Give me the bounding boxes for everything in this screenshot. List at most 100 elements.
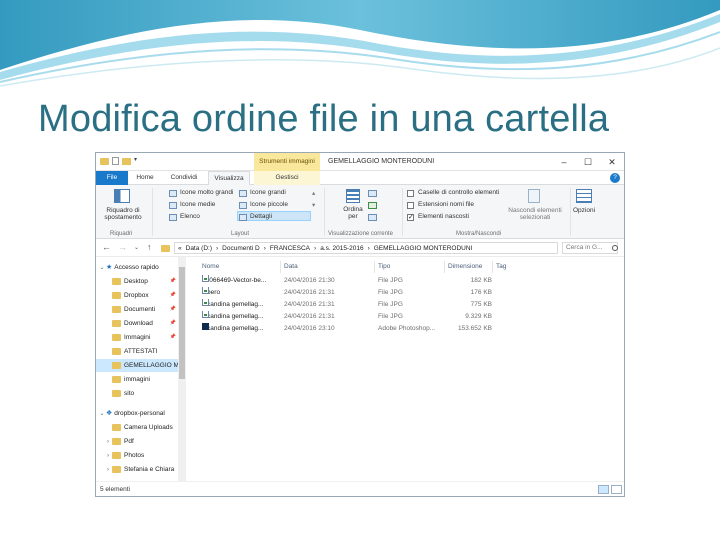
group-label-layout: Layout: [231, 231, 250, 237]
table-row[interactable]: locandina gemellag... 24/04/2016 23:10 Ado…: [200, 323, 492, 335]
column-separator[interactable]: [444, 261, 445, 273]
file-name-cell: 23066469-Vector-be...: [202, 275, 282, 287]
table-row[interactable]: albero 24/04/2016 21:31 File JPG 176 KB: [200, 287, 492, 299]
search-icon[interactable]: [612, 245, 618, 251]
item-count: 5 elementi: [100, 486, 130, 493]
tab-home[interactable]: Home: [130, 171, 160, 185]
folder-icon: [112, 291, 121, 299]
breadcrumb-drive[interactable]: Data (D:): [186, 245, 212, 252]
back-arrow-icon[interactable]: ←: [102, 242, 111, 252]
layout-scroll-up-icon[interactable]: ▴: [312, 189, 315, 197]
nav-item[interactable]: immagini: [96, 373, 178, 386]
folder-icon: [112, 319, 121, 327]
status-bar: 5 elementi: [96, 481, 624, 496]
nav-item[interactable]: GEMELLAGGIO M: [96, 359, 178, 372]
breadcrumb-current[interactable]: GEMELLAGGIO MONTERODUNI: [374, 245, 473, 252]
column-separator[interactable]: [492, 261, 493, 273]
file-size: 153.652 KB: [458, 325, 492, 332]
layout-scroll-down-icon[interactable]: ▾: [312, 201, 315, 209]
scrollbar-thumb[interactable]: [179, 267, 185, 379]
layout-medium-icons[interactable]: Icone medie: [180, 201, 215, 208]
column-header-date[interactable]: Data: [282, 261, 372, 273]
nav-item[interactable]: Immagini 📌: [96, 331, 178, 344]
tab-manage[interactable]: Gestisci: [254, 171, 320, 185]
nav-item[interactable]: Download 📌: [96, 317, 178, 330]
nav-item[interactable]: ATTESTATI: [96, 345, 178, 358]
hidden-items-checkbox[interactable]: [407, 213, 414, 221]
options-button[interactable]: Opzioni: [573, 207, 595, 214]
column-header-type[interactable]: Tipo: [376, 261, 444, 273]
large-icons-view-icon[interactable]: [611, 485, 622, 494]
nav-item[interactable]: › Pdf: [96, 435, 178, 448]
collapsed-chevron-icon[interactable]: ›: [104, 436, 112, 448]
layout-details[interactable]: Dettagli: [250, 213, 272, 220]
folder-icon: [112, 333, 121, 341]
tab-view[interactable]: Visualizza: [208, 171, 250, 186]
nav-item[interactable]: ⌄★ Accesso rapido: [96, 261, 178, 274]
nav-item[interactable]: Camera Uploads: [96, 421, 178, 434]
jpg-file-icon: [202, 275, 209, 282]
up-arrow-icon[interactable]: ↑: [147, 242, 152, 252]
size-columns-icon[interactable]: [368, 214, 377, 221]
minimize-button[interactable]: –: [552, 153, 576, 171]
nav-item[interactable]: › Stefania e Chiara: [96, 463, 178, 476]
nav-item[interactable]: Dropbox 📌: [96, 289, 178, 302]
column-header-tags[interactable]: Tag: [494, 261, 534, 273]
breadcrumb-francesca[interactable]: FRANCESCA: [270, 245, 310, 252]
nav-item[interactable]: › Photos: [96, 449, 178, 462]
folder-icon: [112, 361, 121, 369]
details-icon: [239, 214, 247, 221]
maximize-button[interactable]: ☐: [576, 153, 600, 171]
folder-icon: [112, 423, 121, 431]
search-input[interactable]: Cerca in G...: [562, 242, 618, 254]
forward-arrow-icon[interactable]: →: [118, 242, 127, 252]
help-icon[interactable]: ?: [610, 173, 620, 183]
tab-share[interactable]: Condividi: [164, 171, 204, 185]
details-view-icon[interactable]: [598, 485, 609, 494]
nav-item[interactable]: ⌄❖ dropbox-personal: [96, 407, 178, 420]
column-header-size[interactable]: Dimensione: [446, 261, 490, 273]
tab-file[interactable]: File: [96, 171, 128, 185]
group-by-icon[interactable]: [368, 190, 377, 197]
address-folder-icon: [161, 243, 170, 253]
navigation-scrollbar[interactable]: [178, 257, 186, 485]
sort-by-button[interactable]: Ordina per: [342, 206, 364, 220]
file-name: locandina gemellag...: [202, 301, 264, 308]
qat-dropdown-icon[interactable]: ▾: [134, 156, 140, 166]
layout-list[interactable]: Elenco: [180, 213, 200, 220]
nav-item[interactable]: sito: [96, 387, 178, 400]
nav-item-label: Accesso rapido: [114, 264, 159, 271]
breadcrumb-school-year[interactable]: a.s. 2015-2016: [320, 245, 363, 252]
properties-icon[interactable]: [112, 157, 119, 165]
expanded-chevron-icon[interactable]: ⌄: [98, 262, 106, 274]
file-size: 9.329 KB: [465, 313, 492, 320]
folder-icon: [112, 375, 121, 383]
navigation-pane-button[interactable]: Riquadro di spostamento: [100, 207, 146, 221]
layout-large-icons[interactable]: Icone grandi: [250, 189, 286, 196]
nav-item-label: Photos: [124, 452, 145, 459]
nav-item[interactable]: Desktop 📌: [96, 275, 178, 288]
hide-selected-button[interactable]: Nascondi elementi selezionati: [504, 207, 566, 221]
list-icon: [169, 214, 177, 221]
table-row[interactable]: locandina gemellag... 24/04/2016 21:31 Fil…: [200, 311, 492, 323]
nav-item[interactable]: Documenti 📌: [96, 303, 178, 316]
new-folder-icon[interactable]: [122, 157, 131, 165]
table-row[interactable]: 23066469-Vector-be... 24/04/2016 21:30 Fil…: [200, 275, 492, 287]
layout-small-icons[interactable]: Icone piccole: [250, 201, 288, 208]
collapsed-chevron-icon[interactable]: ›: [104, 450, 112, 462]
column-separator[interactable]: [280, 261, 281, 273]
column-header-name[interactable]: Nome: [200, 261, 280, 273]
breadcrumb[interactable]: « Data (D:) › Documenti D › FRANCESCA › …: [174, 242, 558, 254]
breadcrumb-documenti[interactable]: Documenti D: [222, 245, 260, 252]
breadcrumb-overflow[interactable]: «: [178, 245, 182, 252]
table-row[interactable]: locandina gemellag... 24/04/2016 21:31 Fil…: [200, 299, 492, 311]
add-columns-icon[interactable]: [368, 202, 377, 209]
item-checkboxes-checkbox[interactable]: [407, 190, 414, 197]
expanded-chevron-icon[interactable]: ⌄: [98, 408, 106, 420]
collapsed-chevron-icon[interactable]: ›: [104, 464, 112, 476]
close-button[interactable]: ✕: [600, 153, 624, 171]
file-extensions-checkbox[interactable]: [407, 202, 414, 209]
recent-dropdown-icon[interactable]: ⌄: [134, 244, 139, 251]
layout-extra-large-icons[interactable]: Icone molto grandi: [180, 189, 233, 196]
column-separator[interactable]: [374, 261, 375, 273]
